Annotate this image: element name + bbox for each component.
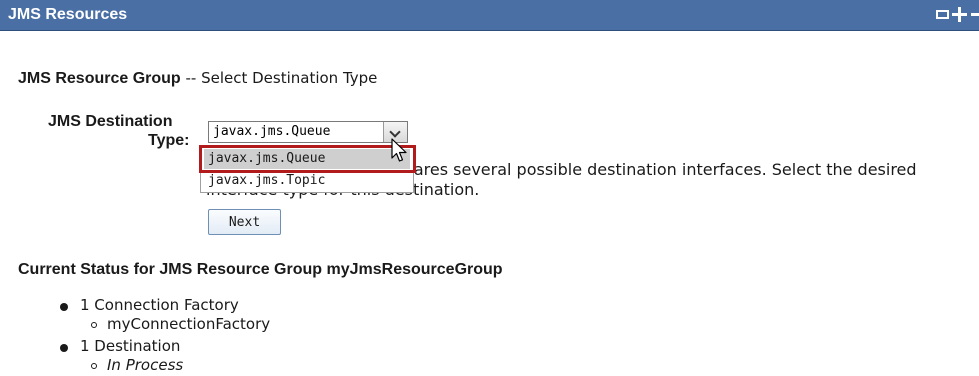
maximize-icon[interactable] xyxy=(936,10,949,19)
wizard-subtitle-bold: JMS Resource Group xyxy=(18,70,181,87)
highlight-box xyxy=(199,145,416,173)
portlet-header: JMS Resources xyxy=(0,0,979,31)
circle-bullet-icon xyxy=(91,322,97,328)
wizard-subtitle-rest: -- Select Destination Type xyxy=(180,69,378,87)
status-item-connection-factory: 1 Connection Factory xyxy=(80,296,239,314)
status-subitem-connection-factory: myConnectionFactory xyxy=(107,315,271,333)
next-button[interactable]: Next xyxy=(208,209,281,235)
bullet-icon xyxy=(60,344,68,352)
status-subitem-destination: In Process xyxy=(107,356,184,374)
portlet-title: JMS Resources xyxy=(8,6,128,23)
circle-bullet-icon xyxy=(91,363,97,369)
minus-icon[interactable] xyxy=(971,7,979,22)
destination-type-label-line1: JMS Destination xyxy=(48,113,173,130)
destination-type-label-line2: Type: xyxy=(148,132,190,149)
plus-icon[interactable] xyxy=(952,7,967,22)
bullet-icon xyxy=(60,303,68,311)
destination-type-select[interactable]: javax.jms.Queue xyxy=(208,121,408,143)
select-current-value: javax.jms.Queue xyxy=(213,124,331,139)
dropdown-option-topic[interactable]: javax.jms.Topic xyxy=(204,171,410,191)
mouse-cursor-icon xyxy=(391,138,407,162)
status-item-destination: 1 Destination xyxy=(80,337,181,355)
wizard-subtitle: JMS Resource Group -- Select Destination… xyxy=(18,69,377,88)
status-title: Current Status for JMS Resource Group my… xyxy=(18,261,503,278)
